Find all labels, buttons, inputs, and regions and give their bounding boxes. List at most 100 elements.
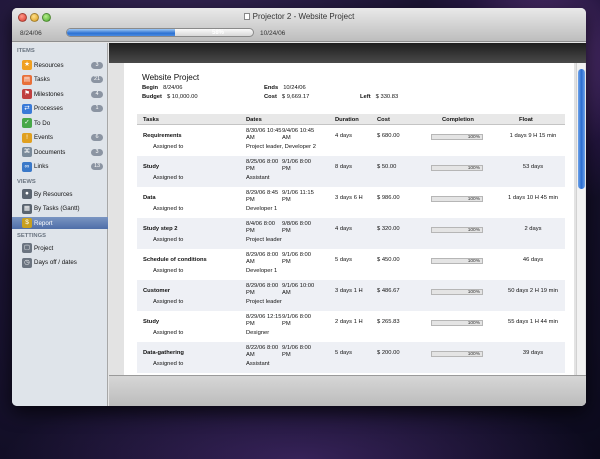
count-badge: 13 (91, 163, 103, 170)
start-ampm: PM (246, 228, 255, 234)
count-badge: 3 (91, 148, 103, 156)
sidebar-item-label: Tasks (34, 76, 50, 83)
task-name: Data-gathering (143, 350, 184, 356)
col-cost: Cost (377, 117, 390, 123)
scroll-thumb[interactable] (578, 69, 585, 189)
assigned-label: Assigned to (153, 144, 184, 150)
view-item-label: By Tasks (Gantt) (34, 205, 80, 212)
duration: 4 days (335, 226, 353, 232)
event-icon: ! (22, 132, 32, 143)
assigned-people: Developer 1 (246, 268, 278, 274)
cost: $ 986.00 (377, 195, 400, 201)
sidebar-item-resources[interactable]: ★ Resources 3 (12, 59, 108, 71)
view-item-by-tasks-gantt[interactable]: ▦ By Tasks (Gantt) (12, 203, 108, 215)
sidebar-item-label: Documents (34, 148, 66, 156)
completion-value: 100% (467, 289, 480, 295)
link-icon: ∞ (22, 161, 32, 172)
project-progress-bar (66, 28, 254, 37)
tasks-icon: ▤ (22, 74, 32, 85)
report-area: Website Project Begin 8/24/06 Ends 10/24/0… (109, 43, 586, 406)
cost: $ 486.67 (377, 288, 400, 294)
cost: $ 50.00 (377, 164, 397, 170)
start-ampm: PM (246, 166, 255, 172)
float: 50 days 2 H 19 min (508, 288, 558, 294)
float: 46 days (522, 257, 544, 263)
sidebar-item-label: Milestones (34, 90, 64, 98)
completion-value: 100% (467, 134, 480, 140)
end-ampm: PM (282, 321, 291, 327)
duration: 4 days (335, 133, 353, 139)
project-icon: ▢ (22, 243, 32, 253)
table-row[interactable]: Schedule of conditions Assigned to 8/29/06… (137, 249, 565, 280)
completion-value: 100% (467, 351, 480, 357)
assigned-people: Project leader (246, 237, 282, 243)
col-completion: Completion (442, 117, 474, 123)
sidebar-item-documents[interactable]: ⌘ Documents 3 (12, 146, 108, 158)
settings-item-project[interactable]: ▢ Project (12, 242, 108, 254)
assigned-label: Assigned to (153, 268, 184, 274)
assigned-people: Assistant (246, 361, 270, 367)
completion-bar: 100% (431, 289, 483, 295)
sidebar-item-processes[interactable]: ⇄ Processes 1 (12, 103, 108, 115)
end-ampm: AM (282, 135, 291, 141)
dollar-icon: $ (22, 218, 32, 228)
sidebar-item-milestones[interactable]: ⚑ Milestones 4 (12, 88, 108, 100)
settings-header: SETTINGS (17, 233, 46, 239)
end-date: 10/24/06 (260, 30, 286, 37)
view-item-report[interactable]: $ Report (12, 217, 108, 229)
assigned-label: Assigned to (153, 361, 184, 367)
sidebar-item-to-do[interactable]: ✓ To Do (12, 117, 108, 129)
end-ampm: AM (282, 290, 291, 296)
app-window: Projector 2 - Website Project 8/24/06 58… (12, 8, 586, 406)
settings-item-label: Project (34, 244, 54, 252)
completion-bar: 100% (431, 320, 483, 326)
count-badge: 6 (91, 134, 103, 141)
vertical-scrollbar[interactable] (576, 63, 585, 375)
settings-item-days-off-dates[interactable]: ◷ Days off / dates (12, 257, 108, 269)
table-row[interactable]: Data Assigned to 8/29/06 8:45 PM 9/1/06 11:1… (137, 187, 565, 218)
task-name: Study step 2 (143, 226, 178, 232)
progress-fill (67, 29, 175, 36)
completion-bar: 100% (431, 351, 483, 357)
assigned-people: Project leader, Developer 2 (246, 144, 316, 150)
report-page[interactable]: Website Project Begin 8/24/06 Ends 10/24/0… (124, 63, 574, 375)
task-name: Study (143, 164, 160, 170)
clock-icon: ◷ (22, 257, 32, 268)
completion-bar: 100% (431, 258, 483, 264)
sidebar-item-events[interactable]: ! Events 6 (12, 132, 108, 144)
sidebar-item-tasks[interactable]: ▤ Tasks 21 (12, 74, 108, 86)
cost: $ 680.00 (377, 133, 400, 139)
todo-icon: ✓ (22, 118, 32, 128)
float: 53 days (522, 164, 544, 170)
window-title: Projector 2 - Website Project (12, 12, 586, 21)
table-row[interactable]: Data-gathering Assigned to 8/22/06 8:00 AM 9… (137, 342, 565, 373)
sidebar-item-label: Links (34, 163, 49, 170)
assigned-label: Assigned to (153, 237, 184, 243)
assigned-people: Developer 1 (246, 206, 278, 212)
table-row[interactable]: Study Assigned to 8/25/06 8:00 PM 9/1/06 8:0… (137, 156, 565, 187)
table-row[interactable]: Requirements Assigned to 8/30/06 10:45 AM 9/… (137, 125, 565, 156)
task-name: Data (143, 195, 156, 201)
task-name: Requirements (143, 133, 182, 139)
duration: 3 days 1 H (335, 288, 363, 294)
duration: 5 days (335, 257, 353, 263)
cost: $ 450.00 (377, 257, 400, 263)
table-row[interactable]: Study Assigned to 8/29/06 12:15 PM 9/1/06 8:… (137, 311, 565, 342)
task-name: Customer (143, 288, 171, 294)
process-icon: ⇄ (22, 103, 32, 114)
document-icon (243, 13, 250, 20)
view-item-by-resources[interactable]: ● By Resources (12, 188, 108, 200)
col-float: Float (519, 117, 533, 123)
completion-value: 100% (467, 165, 480, 171)
table-header: Tasks Dates Duration Cost Completion Flo… (137, 114, 565, 125)
task-name: Study (143, 319, 160, 325)
sidebar-item-links[interactable]: ∞ Links 13 (12, 161, 108, 173)
title-bar: Projector 2 - Website Project 8/24/06 58… (12, 8, 586, 42)
table-row[interactable]: Study step 2 Assigned to 8/4/06 8:00 PM 9/8/… (137, 218, 565, 249)
end-ampm: PM (282, 197, 291, 203)
completion-bar: 100% (431, 196, 483, 202)
end-ampm: PM (282, 166, 291, 172)
paperclip-icon: ⌘ (22, 147, 32, 157)
table-row[interactable]: Customer Assigned to 8/29/06 8:00 PM 9/1/06 … (137, 280, 565, 311)
start-ampm: AM (246, 352, 255, 358)
